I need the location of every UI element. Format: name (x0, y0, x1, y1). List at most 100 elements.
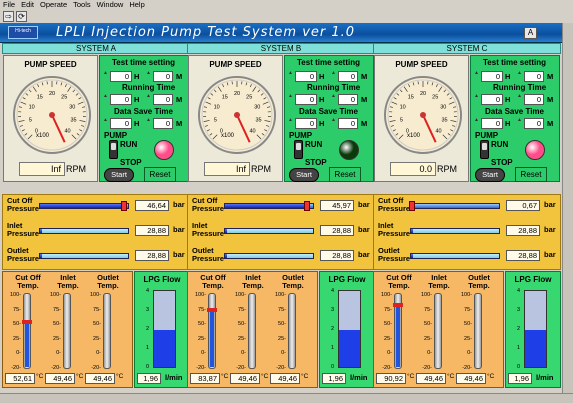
spinner-icon[interactable]: ▲ (103, 71, 108, 82)
lpg-flow-label: LPG Flow (514, 275, 552, 284)
outlet-pressure-slider[interactable] (39, 253, 129, 259)
cutoff-pressure-slider[interactable] (39, 201, 129, 211)
spinner-icon[interactable]: ▲ (288, 94, 293, 105)
save-hours[interactable]: 0 (110, 118, 132, 129)
outlet-pressure-row: Outlet Pressure 28,88 bar (376, 247, 560, 269)
temp-tick-label: 50- (384, 321, 392, 327)
celsius-unit: °C (301, 373, 309, 380)
outlet-pressure-slider[interactable] (224, 253, 314, 259)
horizontal-scrollbar[interactable] (0, 393, 573, 403)
temp-limit-marker[interactable] (22, 320, 32, 325)
gauge-multiplier: x100 (407, 133, 421, 139)
spinner-icon[interactable]: ▲ (146, 94, 151, 105)
spinner-icon[interactable]: ▲ (331, 118, 336, 129)
spinner-icon[interactable]: ▲ (331, 94, 336, 105)
save-hours[interactable]: 0 (481, 118, 503, 129)
start-button[interactable]: Start (289, 168, 319, 182)
lpg-flow-label: LPG Flow (328, 275, 366, 284)
test-minutes[interactable]: 0 (524, 71, 544, 82)
cutoff-thermometer (207, 293, 217, 369)
spinner-icon[interactable]: ▲ (103, 94, 108, 105)
vertical-scrollbar[interactable] (562, 23, 573, 393)
save-minutes[interactable]: 0 (524, 118, 544, 129)
hours-unit: H (134, 119, 140, 128)
lpg-tick-label: 2 (145, 326, 149, 332)
temp-tick-label: 75- (384, 306, 392, 313)
lpg-tick-label: 1 (145, 345, 149, 351)
spinner-icon[interactable]: ▲ (146, 118, 151, 129)
inlet-pressure-slider[interactable] (224, 228, 314, 234)
outlet-pressure-label-2: Pressure (192, 254, 225, 263)
cutoff-pressure-fill (225, 204, 307, 208)
minutes-unit: M (361, 119, 368, 128)
menu-help[interactable]: Help (126, 0, 147, 10)
outlet-pressure-label-1: Outlet (192, 246, 214, 255)
pump-run-stop-switch[interactable] (294, 140, 303, 159)
inlet-pressure-slider[interactable] (410, 228, 500, 234)
test-minutes[interactable]: 0 (153, 71, 173, 82)
menu-file[interactable]: File (0, 0, 18, 10)
save-minutes[interactable]: 0 (153, 118, 173, 129)
outlet-pressure-label-2: Pressure (7, 254, 40, 263)
toolbar: ⇨ ⟳ (0, 10, 573, 23)
temp-tick-label: 0- (241, 350, 246, 356)
cutoff-pressure-slider[interactable] (224, 201, 314, 211)
cutoff-pressure-slider[interactable] (408, 201, 500, 211)
pressure-panel: Cut Off Pressure 46,64 bar Inlet Pressure 28,8… (2, 194, 190, 270)
reset-button[interactable]: Reset (329, 167, 361, 182)
save-hours[interactable]: 0 (295, 118, 317, 129)
gauge-tick-label: 25 (61, 95, 67, 101)
panel-icon[interactable]: A (524, 27, 537, 39)
inlet-pressure-slider[interactable] (39, 228, 129, 234)
pump-run-stop-switch[interactable] (109, 140, 118, 159)
lpg-tick-label: 1 (516, 345, 520, 351)
temp-tick-label: 75- (464, 306, 472, 313)
slider-knob[interactable] (408, 201, 415, 211)
outlet-temp-value: 49,46 (270, 373, 300, 384)
spinner-icon[interactable]: ▲ (288, 118, 293, 129)
test-hours[interactable]: 0 (295, 71, 317, 82)
slider-knob[interactable] (120, 201, 127, 211)
temp-tick-label: 50- (278, 321, 286, 327)
pump-run-stop-switch[interactable] (480, 140, 489, 159)
spinner-icon[interactable]: ▲ (517, 94, 522, 105)
menu-tools[interactable]: Tools (70, 0, 94, 10)
temp-limit-marker[interactable] (393, 303, 403, 308)
outlet-pressure-row: Outlet Pressure 28,88 bar (5, 247, 189, 269)
test-time-label: Test time setting (483, 58, 546, 67)
menu-operate[interactable]: Operate (37, 0, 70, 10)
spinner-icon[interactable]: ▲ (517, 118, 522, 129)
spinner-icon[interactable]: ▲ (474, 94, 479, 105)
inlet-pressure-label-2: Pressure (378, 229, 411, 238)
run-continuous-icon[interactable]: ⟳ (16, 11, 27, 22)
test-hours[interactable]: 0 (110, 71, 132, 82)
run-hours: 0 (110, 94, 132, 105)
slider-knob[interactable] (303, 201, 310, 211)
menu-window[interactable]: Window (94, 0, 127, 10)
spinner-icon[interactable]: ▲ (517, 71, 522, 82)
temp-tick-label: 100- (274, 292, 286, 298)
spinner-icon[interactable]: ▲ (103, 118, 108, 129)
menu-edit[interactable]: Edit (18, 0, 37, 10)
run-arrow-icon[interactable]: ⇨ (3, 11, 14, 22)
reset-button[interactable]: Reset (515, 167, 547, 182)
save-minutes[interactable]: 0 (338, 118, 358, 129)
minutes-unit: M (547, 95, 554, 104)
spinner-icon[interactable]: ▲ (474, 71, 479, 82)
outlet-pressure-slider[interactable] (410, 253, 500, 259)
inlet-temp-label-2: Temp. (57, 281, 79, 290)
spinner-icon[interactable]: ▲ (288, 71, 293, 82)
hours-unit: H (505, 72, 511, 81)
temp-limit-marker[interactable] (207, 308, 217, 313)
test-hours[interactable]: 0 (481, 71, 503, 82)
spinner-icon[interactable]: ▲ (146, 71, 151, 82)
temp-tick-label: 100- (234, 292, 246, 298)
spinner-icon[interactable]: ▲ (474, 118, 479, 129)
start-button[interactable]: Start (104, 168, 134, 182)
temp-tick-label: 50- (464, 321, 472, 327)
spinner-icon[interactable]: ▲ (331, 71, 336, 82)
start-button[interactable]: Start (475, 168, 505, 182)
reset-button[interactable]: Reset (144, 167, 176, 182)
hours-unit: H (505, 95, 511, 104)
test-minutes[interactable]: 0 (338, 71, 358, 82)
